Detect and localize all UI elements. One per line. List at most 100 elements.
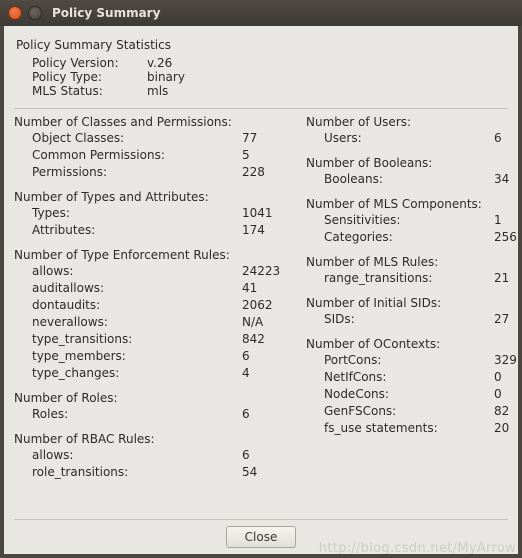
close-window-icon[interactable] (8, 6, 22, 20)
stat-section: Number of OContexts:PortCons:329NetIfCon… (306, 337, 522, 438)
stat-value: 1041 (242, 206, 292, 220)
dialog-footer: Close (14, 519, 508, 548)
stat-value: N/A (242, 315, 292, 329)
stat-value: 6 (242, 448, 292, 462)
stat-row: GenFSCons:82 (324, 404, 522, 421)
stat-label: Sensitivities: (324, 213, 494, 227)
summary-label: MLS Status: (32, 84, 147, 98)
stat-row: PortCons:329 (324, 353, 522, 370)
stat-section: Number of Types and Attributes: Types:104… (14, 190, 292, 240)
summary-value: v.26 (147, 56, 172, 70)
stat-row: Categories:256 (324, 230, 522, 247)
stat-section: Number of MLS Rules: range_transitions:21 (306, 255, 522, 288)
stat-label: Users: (324, 131, 494, 145)
window-buttons (8, 6, 42, 20)
summary-label: Policy Version: (32, 56, 147, 70)
stat-label: type_transitions: (32, 332, 242, 346)
stat-row: type_members:6 (32, 349, 292, 366)
summary-value: binary (147, 70, 185, 84)
stat-label: fs_use statements: (324, 421, 494, 435)
stat-label: range_transitions: (324, 271, 494, 285)
separator (14, 108, 508, 109)
section-heading: Number of RBAC Rules: (14, 432, 292, 446)
stat-label: Attributes: (32, 223, 242, 237)
stat-row: NodeCons:0 (324, 387, 522, 404)
section-heading: Number of Roles: (14, 391, 292, 405)
section-heading: Number of MLS Components: (306, 197, 522, 211)
title-bar: Policy Summary (0, 0, 522, 26)
stat-row: Booleans:34 (324, 172, 522, 189)
stat-label: type_members: (32, 349, 242, 363)
stat-value: 5 (242, 148, 292, 162)
stat-row: neverallows:N/A (32, 315, 292, 332)
stat-label: PortCons: (324, 353, 494, 367)
stat-value: 256 (494, 230, 522, 244)
stat-row: dontaudits:2062 (32, 298, 292, 315)
minimize-window-icon[interactable] (28, 6, 42, 20)
stat-value: 41 (242, 281, 292, 295)
section-heading: Number of MLS Rules: (306, 255, 522, 269)
stat-row: NetIfCons:0 (324, 370, 522, 387)
summary-value: mls (147, 84, 168, 98)
stat-section: Number of RBAC Rules:allows:6role_transi… (14, 432, 292, 482)
stat-row: Permissions:228 (32, 165, 292, 182)
stat-row: Sensitivities:1 (324, 213, 522, 230)
section-heading: Number of Type Enforcement Rules: (14, 248, 292, 262)
stat-section: Number of Users:Users:6 (306, 115, 522, 148)
stat-value: 4 (242, 366, 292, 380)
stat-row: Attributes:174 (32, 223, 292, 240)
stat-value: 2062 (242, 298, 292, 312)
stat-value: 6 (242, 349, 292, 363)
stat-value: 329 (494, 353, 522, 367)
stat-value: 77 (242, 131, 292, 145)
close-button[interactable]: Close (226, 526, 297, 548)
section-heading: Number of Types and Attributes: (14, 190, 292, 204)
stat-label: NodeCons: (324, 387, 494, 401)
stat-label: role_transitions: (32, 465, 242, 479)
stat-label: allows: (32, 264, 242, 278)
stat-label: auditallows: (32, 281, 242, 295)
stat-value: 0 (494, 370, 522, 384)
stat-label: type_changes: (32, 366, 242, 380)
stat-label: Common Permissions: (32, 148, 242, 162)
stat-row: range_transitions:21 (324, 271, 522, 288)
stat-value: 6 (242, 407, 292, 421)
stat-value: 21 (494, 271, 522, 285)
stat-row: type_changes:4 (32, 366, 292, 383)
summary-label: Policy Type: (32, 70, 147, 84)
stat-row: allows:24223 (32, 264, 292, 281)
stat-row: role_transitions:54 (32, 465, 292, 482)
stat-label: allows: (32, 448, 242, 462)
right-column: Number of Users:Users:6 Number of Boolean… (306, 115, 522, 519)
stat-row: Object Classes:77 (32, 131, 292, 148)
stat-row: SIDs:27 (324, 312, 522, 329)
stat-label: Types: (32, 206, 242, 220)
section-heading: Number of Booleans: (306, 156, 522, 170)
stat-label: Booleans: (324, 172, 494, 186)
window-title: Policy Summary (52, 6, 160, 20)
summary-heading: Policy Summary Statistics (16, 38, 508, 52)
stat-section: Number of Booleans: Booleans:34 (306, 156, 522, 189)
stat-row: allows:6 (32, 448, 292, 465)
stat-value: 24223 (242, 264, 292, 278)
stat-value: 228 (242, 165, 292, 179)
stat-row: type_transitions:842 (32, 332, 292, 349)
stat-label: NetIfCons: (324, 370, 494, 384)
stat-row: Users:6 (324, 131, 522, 148)
stat-value: 34 (494, 172, 522, 186)
dialog-content: Policy Summary Statistics Policy Version… (4, 26, 518, 554)
stat-row: fs_use statements:20 (324, 421, 522, 438)
stat-label: neverallows: (32, 315, 242, 329)
stat-row: Common Permissions:5 (32, 148, 292, 165)
stat-value: 20 (494, 421, 522, 435)
section-heading: Number of Classes and Permissions: (14, 115, 292, 129)
stat-section: Number of MLS Components: Sensitivities:1… (306, 197, 522, 247)
stat-value: 0 (494, 387, 522, 401)
stat-label: Object Classes: (32, 131, 242, 145)
stat-label: SIDs: (324, 312, 494, 326)
stat-row: Types:1041 (32, 206, 292, 223)
stat-value: 6 (494, 131, 522, 145)
stat-row: auditallows:41 (32, 281, 292, 298)
stat-value: 842 (242, 332, 292, 346)
stat-value: 174 (242, 223, 292, 237)
